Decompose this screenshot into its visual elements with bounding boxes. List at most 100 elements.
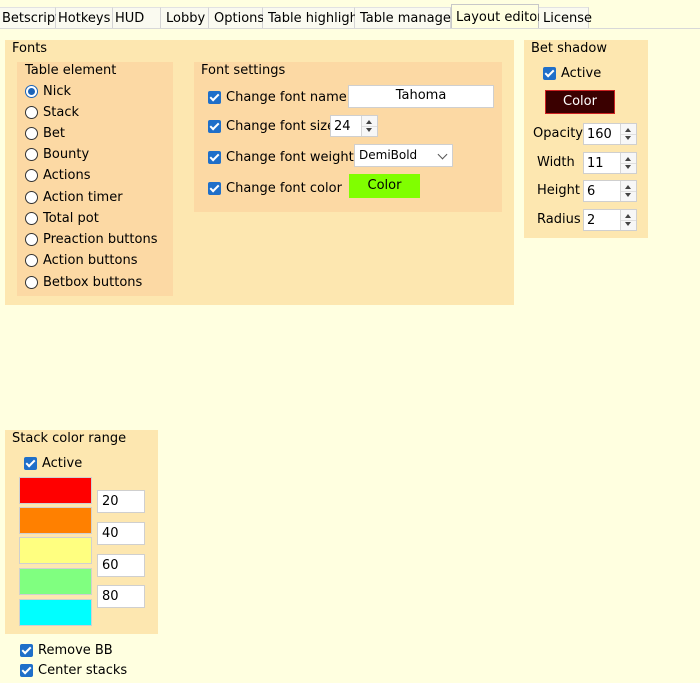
- chevron-down-icon[interactable]: [437, 149, 448, 160]
- stack-color-swatch-1[interactable]: [19, 477, 92, 504]
- bet-shadow-title: Bet shadow: [531, 41, 607, 56]
- stack-color-range-title: Stack color range: [12, 431, 127, 446]
- tab-table-highlight[interactable]: Table highlight: [263, 7, 363, 28]
- radius-value: 2: [587, 213, 596, 228]
- radio-button-icon[interactable]: [25, 168, 38, 182]
- stack-color-swatch-2[interactable]: [19, 507, 92, 534]
- radio-button-icon[interactable]: [25, 253, 38, 267]
- tab-license[interactable]: License: [539, 7, 592, 28]
- radio-bounty[interactable]: Bounty: [25, 144, 89, 164]
- radio-label: Actions: [43, 167, 91, 183]
- arrow-up-icon[interactable]: [625, 128, 631, 132]
- height-stepper[interactable]: 6: [583, 180, 637, 202]
- tab-bar-divider: [0, 28, 700, 29]
- threshold-field-2[interactable]: 40: [97, 522, 145, 545]
- radio-nick[interactable]: Nick: [25, 81, 71, 101]
- checkbox-checked-icon[interactable]: [20, 643, 33, 657]
- table-element-title: Table element: [25, 63, 117, 78]
- center-stacks-checkbox[interactable]: Center stacks: [20, 660, 127, 680]
- font-weight-select[interactable]: DemiBold: [354, 144, 453, 167]
- font-weight-value: DemiBold: [359, 148, 418, 162]
- checkbox-checked-icon[interactable]: [20, 663, 33, 677]
- tab-options[interactable]: Options: [209, 7, 264, 28]
- radio-stack[interactable]: Stack: [25, 102, 79, 122]
- arrow-up-icon[interactable]: [366, 120, 372, 124]
- tab-table-manager[interactable]: Table manager: [355, 7, 456, 28]
- font-color-button[interactable]: Color: [349, 174, 420, 198]
- radio-preaction-buttons[interactable]: Preaction buttons: [25, 229, 157, 249]
- checkbox-checked-icon[interactable]: [208, 150, 221, 164]
- arrow-up-icon[interactable]: [625, 185, 631, 189]
- radius-label: Radius: [537, 212, 581, 227]
- change-font-name-checkbox[interactable]: Change font name: [208, 87, 347, 107]
- radio-button-icon[interactable]: [25, 84, 38, 98]
- radio-button-icon[interactable]: [25, 211, 38, 225]
- radio-action-buttons[interactable]: Action buttons: [25, 250, 138, 270]
- font-settings-title: Font settings: [201, 63, 286, 78]
- spin-arrows[interactable]: [620, 181, 636, 201]
- stack-color-swatch-4[interactable]: [19, 568, 92, 595]
- checkbox-checked-icon[interactable]: [208, 119, 221, 133]
- radio-button-icon[interactable]: [25, 105, 38, 119]
- spin-arrows[interactable]: [620, 210, 636, 230]
- font-name-field[interactable]: Tahoma: [348, 85, 494, 108]
- font-size-stepper[interactable]: 24: [330, 115, 378, 137]
- radius-stepper[interactable]: 2: [583, 209, 637, 231]
- height-label: Height: [537, 183, 580, 198]
- threshold-field-4[interactable]: 80: [97, 585, 145, 608]
- arrow-down-icon[interactable]: [625, 193, 631, 197]
- arrow-down-icon[interactable]: [366, 128, 372, 132]
- radio-bet[interactable]: Bet: [25, 123, 65, 143]
- radio-actions[interactable]: Actions: [25, 165, 91, 185]
- radio-button-icon[interactable]: [25, 275, 38, 289]
- stack-color-swatch-5[interactable]: [19, 599, 92, 626]
- stack-color-active-checkbox[interactable]: Active: [24, 453, 82, 473]
- checkbox-label: Change font name: [226, 89, 347, 105]
- bet-shadow-group: Bet shadow Active Color Opacity 160 Widt…: [524, 40, 648, 238]
- radio-action-timer[interactable]: Action timer: [25, 187, 123, 207]
- tab-betscript[interactable]: Betscript: [0, 7, 60, 28]
- stack-color-swatch-3[interactable]: [19, 537, 92, 564]
- checkbox-label: Remove BB: [38, 642, 113, 658]
- change-font-weight-checkbox[interactable]: Change font weight: [208, 147, 354, 167]
- checkbox-checked-icon[interactable]: [208, 90, 221, 104]
- radio-button-icon[interactable]: [25, 190, 38, 204]
- tab-layout-editor[interactable]: Layout editor: [451, 4, 543, 29]
- arrow-down-icon[interactable]: [625, 222, 631, 226]
- fonts-group: Fonts Table element Nick Stack Bet Bount…: [5, 40, 514, 305]
- change-font-color-checkbox[interactable]: Change font color: [208, 178, 342, 198]
- checkbox-label: Center stacks: [38, 662, 128, 678]
- change-font-size-checkbox[interactable]: Change font size: [208, 116, 335, 136]
- checkbox-checked-icon[interactable]: [208, 181, 221, 195]
- tab-hotkeys[interactable]: Hotkeys: [56, 7, 113, 28]
- spin-arrows[interactable]: [620, 153, 636, 173]
- radio-total-pot[interactable]: Total pot: [25, 208, 99, 228]
- arrow-up-icon[interactable]: [625, 214, 631, 218]
- checkbox-checked-icon[interactable]: [543, 66, 556, 80]
- remove-bb-checkbox[interactable]: Remove BB: [20, 640, 113, 660]
- checkbox-label: Active: [561, 65, 602, 81]
- checkbox-label: Change font size: [226, 118, 336, 134]
- radio-betbox-buttons[interactable]: Betbox buttons: [25, 272, 142, 292]
- arrow-up-icon[interactable]: [625, 157, 631, 161]
- arrow-down-icon[interactable]: [625, 165, 631, 169]
- width-stepper[interactable]: 11: [583, 152, 637, 174]
- opacity-label: Opacity: [533, 126, 584, 141]
- arrow-down-icon[interactable]: [625, 136, 631, 140]
- opacity-stepper[interactable]: 160: [583, 123, 637, 145]
- spin-arrows[interactable]: [361, 116, 377, 136]
- checkbox-checked-icon[interactable]: [24, 456, 37, 470]
- radio-label: Action timer: [43, 189, 123, 205]
- threshold-field-3[interactable]: 60: [97, 554, 145, 577]
- bet-shadow-color-button[interactable]: Color: [545, 90, 615, 114]
- tab-hud[interactable]: HUD: [113, 7, 161, 28]
- bet-shadow-active-checkbox[interactable]: Active: [543, 63, 601, 83]
- spin-arrows[interactable]: [620, 124, 636, 144]
- threshold-field-1[interactable]: 20: [97, 490, 145, 513]
- tab-lobby[interactable]: Lobby: [161, 7, 209, 28]
- radio-label: Bet: [43, 125, 66, 141]
- tab-bar: Betscript Hotkeys HUD Lobby Options Tabl…: [0, 0, 700, 29]
- radio-button-icon[interactable]: [25, 147, 38, 161]
- radio-button-icon[interactable]: [25, 232, 38, 246]
- radio-button-icon[interactable]: [25, 126, 38, 140]
